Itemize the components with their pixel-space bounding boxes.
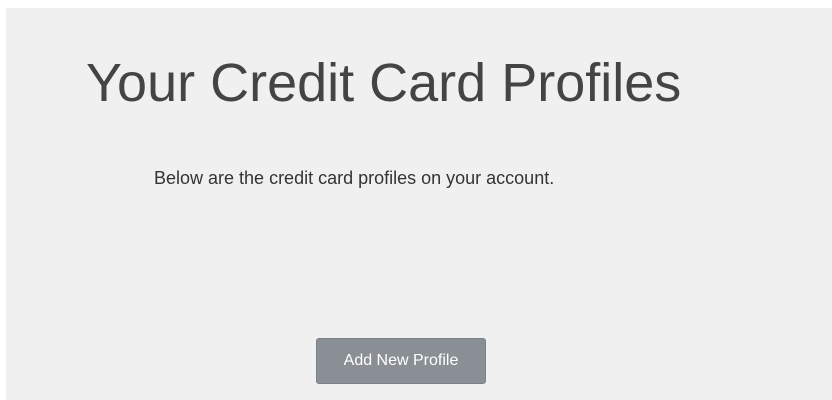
add-new-profile-button[interactable]: Add New Profile <box>316 338 486 384</box>
page-title: Your Credit Card Profiles <box>86 53 682 113</box>
profiles-description: Below are the credit card profiles on yo… <box>154 168 555 188</box>
credit-card-profiles-panel: Your Credit Card Profiles Below are the … <box>6 8 832 400</box>
